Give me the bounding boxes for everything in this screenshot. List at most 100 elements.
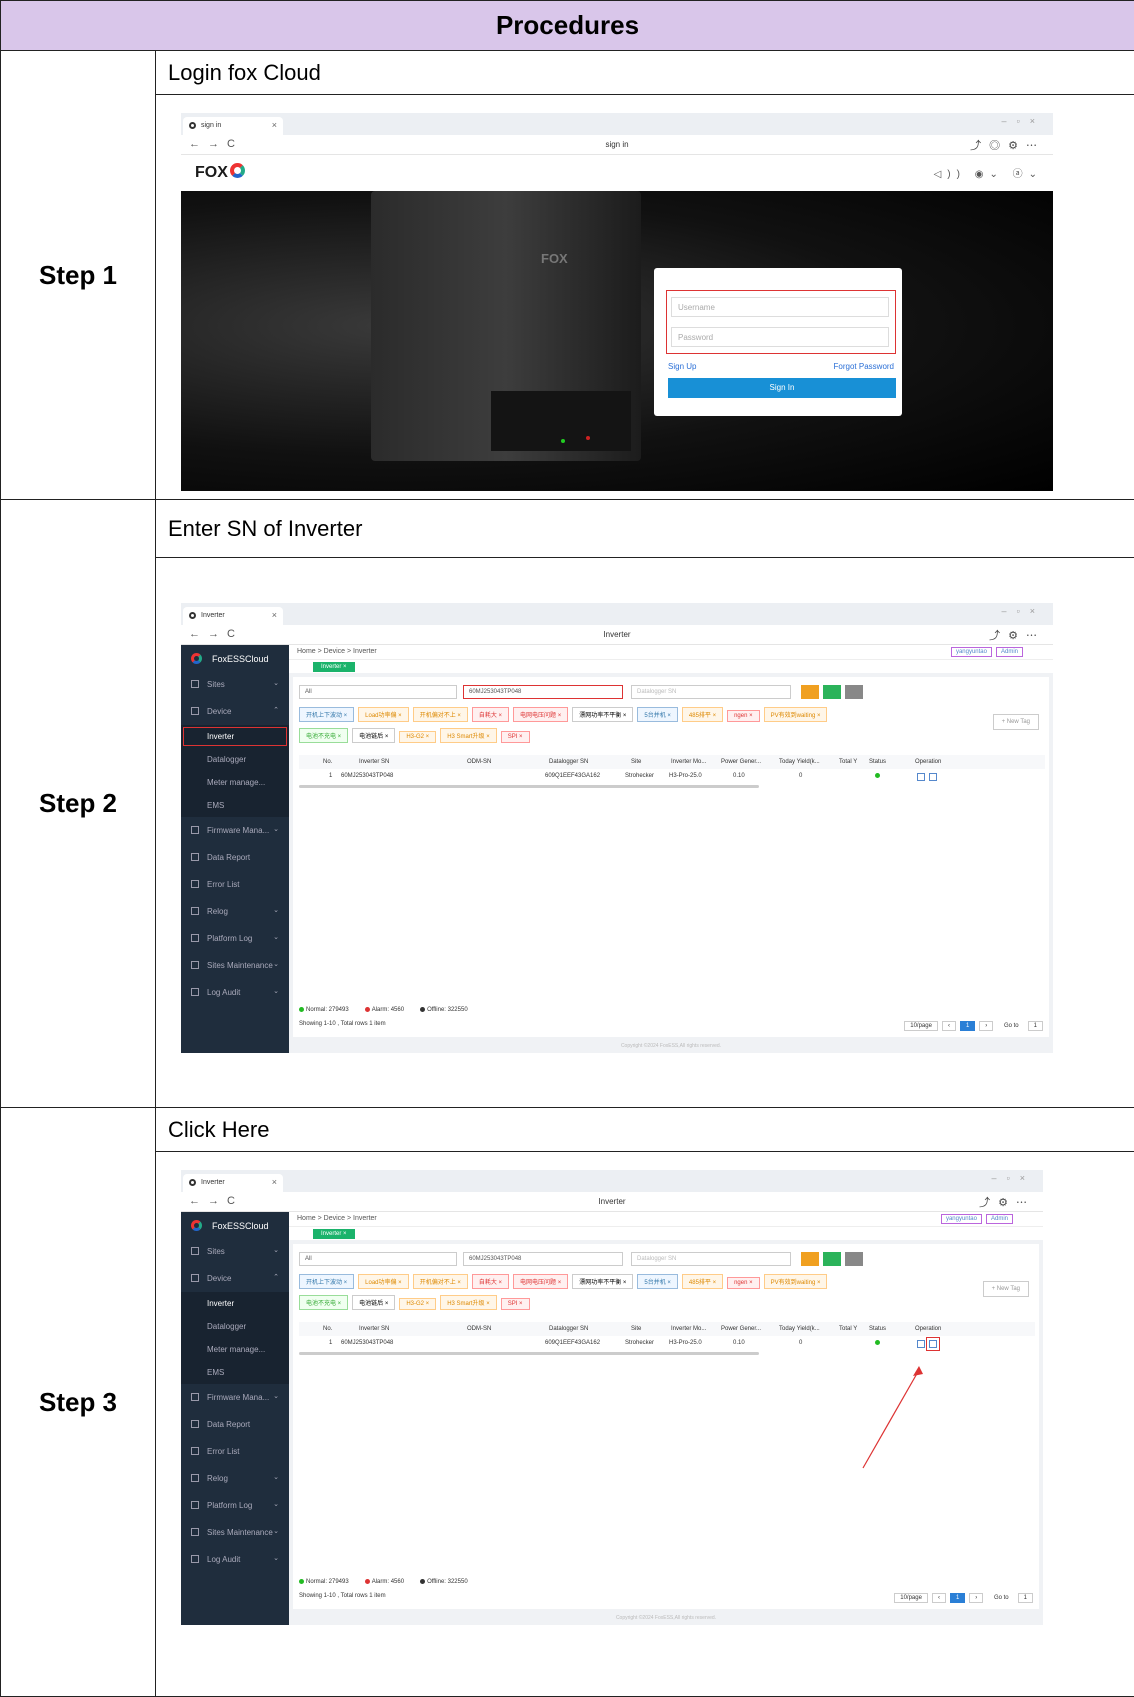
browser-tab[interactable]: Inverter × <box>183 1174 283 1192</box>
new-tag-button[interactable]: + New Tag <box>992 714 1039 730</box>
tag[interactable]: H3-G2 × <box>399 1298 437 1310</box>
sidebar-item-ems[interactable]: EMS <box>181 1361 289 1384</box>
sidebar-item-sites[interactable]: Sites ⌄ <box>181 1238 289 1265</box>
sidebar-item-meter[interactable]: Meter manage... <box>181 1338 289 1361</box>
sidebar-item-firmware[interactable]: Firmware Mana... ⌄ <box>181 817 289 844</box>
table-scrollbar[interactable] <box>299 785 759 788</box>
sidebar-item-platform-log[interactable]: Platform Log ⌄ <box>181 1492 289 1519</box>
user-badges[interactable]: yangyuntao Admin <box>937 1214 1013 1224</box>
search-button[interactable] <box>823 1252 841 1266</box>
page-url[interactable]: Inverter <box>181 630 1053 639</box>
tag[interactable]: 开机偏对不上 × <box>412 1274 468 1289</box>
type-select[interactable]: All <box>299 685 457 699</box>
sidebar-item-data-report[interactable]: Data Report <box>181 1411 289 1438</box>
sn-search-input[interactable]: 60MJ253043TP048 <box>463 1252 623 1266</box>
tag[interactable]: PV有效到waiting × <box>763 1274 828 1289</box>
tag[interactable]: 漂网功率不平衡 × <box>572 1274 634 1289</box>
tag[interactable]: 电池不充电 × <box>299 1295 349 1310</box>
tag[interactable]: Load功率偏 × <box>358 707 409 722</box>
sidebar-item-meter[interactable]: Meter manage... <box>181 771 289 794</box>
tag[interactable]: 485排平 × <box>681 707 724 722</box>
filter-button[interactable] <box>845 1252 863 1266</box>
sidebar-item-datalogger[interactable]: Datalogger <box>181 748 289 771</box>
sign-in-button[interactable]: Sign In <box>668 378 896 398</box>
page-url[interactable]: sign in <box>181 140 1053 149</box>
forgot-password-link[interactable]: Forgot Password <box>834 362 894 371</box>
tag[interactable]: 5台并机 × <box>637 1274 678 1289</box>
tag[interactable]: 电池不充电 × <box>299 728 349 743</box>
sidebar-item-relog[interactable]: Relog ⌄ <box>181 1465 289 1492</box>
search-button[interactable] <box>823 685 841 699</box>
tag[interactable]: 开机上下波动 × <box>299 707 355 722</box>
sidebar-item-data-report[interactable]: Data Report <box>181 844 289 871</box>
tag[interactable]: 485排平 × <box>681 1274 724 1289</box>
tag[interactable]: 自耗大 × <box>471 707 510 722</box>
tag[interactable]: 电池链后 × <box>352 728 396 743</box>
browser-tab[interactable]: sign in × <box>183 117 283 135</box>
clear-button[interactable] <box>801 685 819 699</box>
sidebar-item-sites-maintenance[interactable]: Sites Maintenance ⌄ <box>181 952 289 979</box>
toolbar-icons[interactable]: ⤴⚙⋯ <box>989 627 1045 643</box>
sidebar-item-datalogger[interactable]: Datalogger <box>181 1315 289 1338</box>
close-icon[interactable]: × <box>272 120 277 130</box>
tag[interactable]: 自耗大 × <box>471 1274 510 1289</box>
tag[interactable]: 开机偏对不上 × <box>412 707 468 722</box>
table-row[interactable]: 1 60MJ253043TP048 609Q1EEF43GA162 Strohecke… <box>299 1336 1035 1351</box>
page-url[interactable]: Inverter <box>181 1197 1043 1206</box>
datalogger-sn-input[interactable]: Datalogger SN <box>631 1252 791 1266</box>
type-select[interactable]: All <box>299 1252 457 1266</box>
close-icon[interactable]: × <box>272 1177 277 1187</box>
toolbar-icons[interactable]: ⤴⚙⋯ <box>979 1194 1035 1210</box>
tag[interactable]: H3-G2 × <box>399 731 437 743</box>
sidebar-item-error-list[interactable]: Error List <box>181 1438 289 1465</box>
sidebar-item-sites[interactable]: Sites ⌄ <box>181 671 289 698</box>
tab-inverter[interactable]: Inverter × <box>313 1229 355 1239</box>
sign-up-link[interactable]: Sign Up <box>668 362 696 371</box>
pagination[interactable]: 10/page ‹ 1 › Go to 1 <box>890 1593 1033 1603</box>
close-icon[interactable]: × <box>272 610 277 620</box>
sidebar-item-inverter[interactable]: Inverter <box>181 725 289 748</box>
tag[interactable]: 5台并机 × <box>637 707 678 722</box>
tag[interactable]: H3 Smart升级 × <box>440 1295 497 1310</box>
username-field[interactable]: Username <box>671 297 889 317</box>
sidebar-item-log-audit[interactable]: Log Audit ⌄ <box>181 1546 289 1573</box>
user-badges[interactable]: yangyuntao Admin <box>947 647 1023 657</box>
table-row[interactable]: 1 60MJ253043TP048 609Q1EEF43GA162 Strohecke… <box>299 769 1045 783</box>
table-scrollbar[interactable] <box>299 1352 759 1355</box>
tag[interactable]: ngen × <box>727 710 760 722</box>
tab-inverter[interactable]: Inverter × <box>313 662 355 672</box>
filter-button[interactable] <box>845 685 863 699</box>
sidebar-item-ems[interactable]: EMS <box>181 794 289 817</box>
window-controls[interactable]: –▫× <box>1002 116 1045 126</box>
sidebar-item-error-list[interactable]: Error List <box>181 871 289 898</box>
toolbar-icons[interactable]: ⤴◎⚙⋯ <box>970 137 1045 153</box>
sidebar-item-relog[interactable]: Relog ⌄ <box>181 898 289 925</box>
tag[interactable]: 开机上下波动 × <box>299 1274 355 1289</box>
tag[interactable]: ngen × <box>727 1277 760 1289</box>
tag[interactable]: 电网电压问题 × <box>513 1274 569 1289</box>
pagination[interactable]: 10/page ‹ 1 › Go to 1 <box>900 1021 1043 1031</box>
clear-button[interactable] <box>801 1252 819 1266</box>
tag[interactable]: 电网电压问题 × <box>513 707 569 722</box>
tag[interactable]: Load功率偏 × <box>358 1274 409 1289</box>
tag[interactable]: SPI × <box>500 1298 530 1310</box>
password-field[interactable]: Password <box>671 327 889 347</box>
sidebar-item-device[interactable]: Device ⌃ <box>181 698 289 725</box>
new-tag-button[interactable]: + New Tag <box>982 1281 1029 1297</box>
tag[interactable]: PV有效到waiting × <box>763 707 828 722</box>
browser-tab[interactable]: Inverter × <box>183 607 283 625</box>
header-tools[interactable]: ◁)) ◉⌄ ⓐ⌄ <box>934 165 1043 180</box>
sidebar-item-platform-log[interactable]: Platform Log ⌄ <box>181 925 289 952</box>
operation-icons[interactable] <box>917 1337 941 1351</box>
sidebar-item-device[interactable]: Device ⌃ <box>181 1265 289 1292</box>
tag[interactable]: SPI × <box>500 731 530 743</box>
sidebar-item-sites-maintenance[interactable]: Sites Maintenance ⌄ <box>181 1519 289 1546</box>
operation-icons[interactable] <box>917 773 941 783</box>
sidebar-item-inverter[interactable]: Inverter <box>181 1292 289 1315</box>
datalogger-sn-input[interactable]: Datalogger SN <box>631 685 791 699</box>
sn-search-input[interactable]: 60MJ253043TP048 <box>463 685 623 699</box>
tag[interactable]: 漂网功率不平衡 × <box>572 707 634 722</box>
tag[interactable]: 电池链后 × <box>352 1295 396 1310</box>
sidebar-item-firmware[interactable]: Firmware Mana... ⌄ <box>181 1384 289 1411</box>
tag[interactable]: H3 Smart升级 × <box>440 728 497 743</box>
